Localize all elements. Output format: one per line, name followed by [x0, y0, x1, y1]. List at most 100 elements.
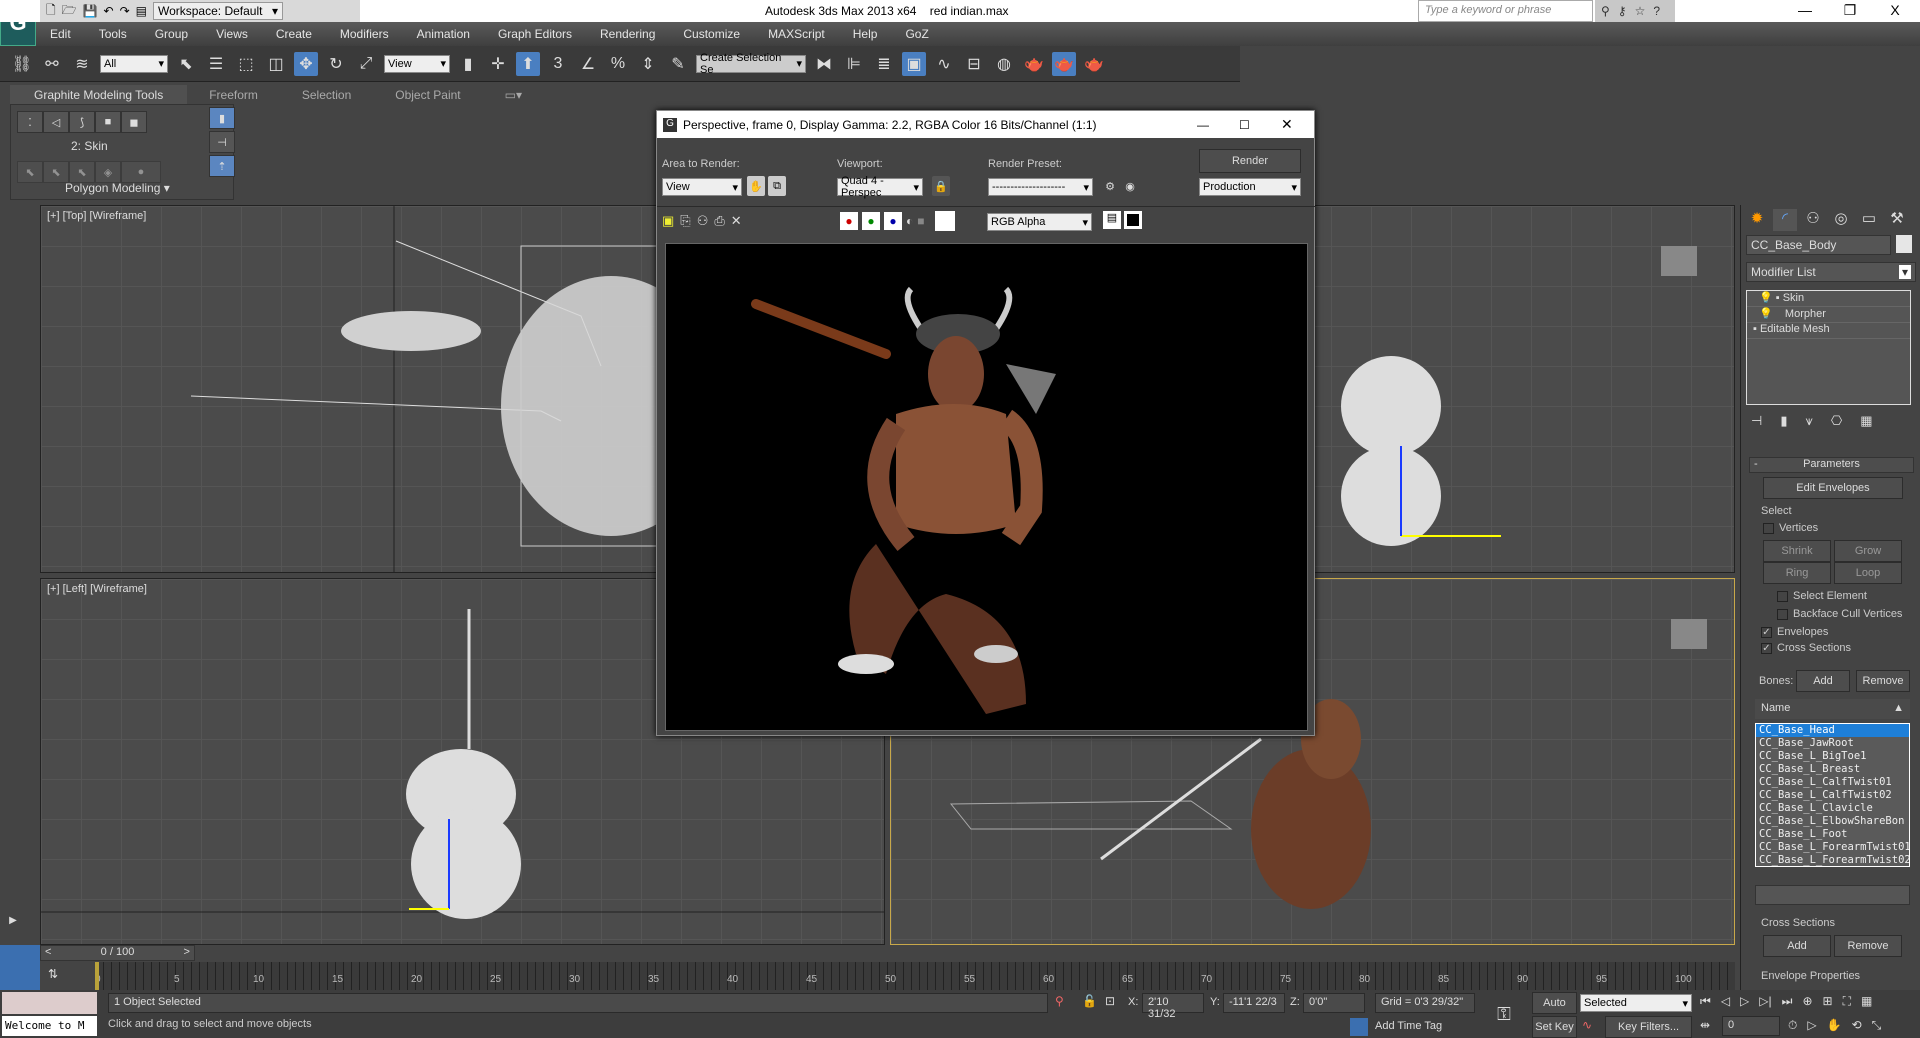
material-editor-icon[interactable]: ◍: [992, 52, 1016, 76]
menu-views[interactable]: Views: [202, 27, 262, 41]
envelopes-checkbox[interactable]: ✓ Envelopes: [1761, 624, 1828, 640]
vertices-checkbox[interactable]: Vertices: [1763, 520, 1818, 536]
vertex-icon[interactable]: ⁚: [17, 111, 43, 133]
blue-channel-toggle[interactable]: ●: [884, 212, 902, 230]
redo-icon[interactable]: ↷: [120, 4, 130, 18]
play-icon[interactable]: ▷: [1740, 994, 1749, 1009]
list-item[interactable]: CC_Base_L_ForearmTwist01: [1756, 841, 1909, 854]
object-color-swatch[interactable]: [1896, 235, 1912, 253]
pan-icon[interactable]: ✋: [1827, 1018, 1842, 1033]
unlink-icon[interactable]: ⚯: [40, 52, 64, 76]
list-item[interactable]: CC_Base_L_ForearmTwist02: [1756, 854, 1909, 866]
render-minimize-button[interactable]: —: [1197, 118, 1209, 132]
edit-region-icon[interactable]: ✋: [747, 176, 765, 196]
make-unique-icon[interactable]: ⩛: [1805, 413, 1812, 429]
current-frame-field[interactable]: 0: [1722, 1016, 1780, 1036]
tab-object-paint[interactable]: Object Paint: [373, 88, 482, 102]
maxscript-mini-listener[interactable]: [2, 992, 97, 1014]
render-preset-dropdown[interactable]: -------------------- ▾: [988, 178, 1093, 196]
save-image-icon[interactable]: ▣: [662, 213, 674, 229]
go-to-start-icon[interactable]: ⏮: [1700, 994, 1711, 1009]
alpha-channel-icon[interactable]: ◐: [906, 214, 913, 228]
menu-rendering[interactable]: Rendering: [586, 27, 669, 41]
clear-icon[interactable]: ✕: [731, 213, 742, 229]
next-frame-icon[interactable]: ▷|: [1759, 994, 1771, 1009]
pin-stack-icon[interactable]: ⊣: [209, 131, 235, 153]
tab-graphite-modeling-tools[interactable]: Graphite Modeling Tools: [10, 85, 188, 105]
ref-coord-dropdown[interactable]: View ▾: [384, 54, 450, 73]
track-bar[interactable]: 0510152025303540455055606570758085909510…: [95, 962, 1735, 990]
render-production-icon[interactable]: 🫖: [1082, 52, 1106, 76]
set-key-button[interactable]: Set Key: [1532, 1016, 1577, 1038]
render-maximize-button[interactable]: ☐: [1239, 118, 1250, 132]
key-mode-toggle-icon[interactable]: ⇹: [1700, 1018, 1710, 1032]
select-element-checkbox[interactable]: Select Element: [1777, 588, 1867, 604]
render-button[interactable]: Render: [1199, 149, 1301, 173]
edit-named-sets-icon[interactable]: ✎: [666, 52, 690, 76]
menu-customize[interactable]: Customize: [669, 27, 754, 41]
mirror-icon[interactable]: ⧓: [812, 52, 836, 76]
list-item[interactable]: CC_Base_JawRoot: [1756, 737, 1909, 750]
polygon-icon[interactable]: ■: [95, 111, 121, 133]
move-up-icon[interactable]: ⇡: [209, 155, 235, 177]
add-bone-button[interactable]: Add: [1796, 670, 1850, 692]
stack-item-skin[interactable]: 💡 ▪ Skin: [1747, 291, 1910, 307]
time-slider[interactable]: <0 / 100 >: [40, 945, 195, 961]
set-key-mode-icon[interactable]: ⚿: [1480, 992, 1528, 1036]
remove-modifier-icon[interactable]: ⎔: [1831, 413, 1842, 429]
monochrome-icon[interactable]: ■: [917, 214, 924, 228]
hierarchy-tab-icon[interactable]: ⚇: [1801, 209, 1825, 231]
list-item[interactable]: CC_Base_L_CalfTwist02: [1756, 789, 1909, 802]
add-cross-section-button[interactable]: Add: [1763, 935, 1831, 957]
help-icon[interactable]: ?: [1653, 4, 1660, 18]
select-icon[interactable]: ⬉: [69, 161, 95, 183]
create-tab-icon[interactable]: ✹: [1745, 209, 1769, 231]
time-tag-icon[interactable]: [1350, 1018, 1368, 1036]
render-close-button[interactable]: ✕: [1281, 116, 1293, 133]
area-to-render-dropdown[interactable]: View ▾: [662, 178, 742, 196]
modifier-list-dropdown[interactable]: Modifier List ▾: [1746, 262, 1916, 282]
list-item[interactable]: CC_Base_L_Clavicle: [1756, 802, 1909, 815]
menu-group[interactable]: Group: [141, 27, 202, 41]
layer-manager-icon[interactable]: ≣: [872, 52, 896, 76]
stack-item-editable-mesh[interactable]: ▪ Editable Mesh: [1747, 323, 1910, 339]
align-icon[interactable]: ⊫: [842, 52, 866, 76]
panel-title[interactable]: Polygon Modeling ▾: [65, 181, 170, 195]
open-file-icon[interactable]: 🗁: [62, 1, 77, 22]
select-by-name-icon[interactable]: ☰: [204, 52, 228, 76]
border-icon[interactable]: ⟆: [69, 111, 95, 133]
workspace-dropdown[interactable]: Workspace: Default ▾: [152, 2, 283, 20]
soft-selection-icon[interactable]: ●: [121, 161, 161, 183]
link-icon[interactable]: ⛓: [10, 52, 34, 76]
show-end-result-icon[interactable]: ▮: [1780, 413, 1787, 429]
motion-tab-icon[interactable]: ◎: [1829, 209, 1853, 231]
key-filters-button[interactable]: Key Filters...: [1605, 1016, 1692, 1038]
ring-button[interactable]: Ring: [1763, 562, 1831, 584]
stack-item-morpher[interactable]: 💡 Morpher: [1747, 307, 1910, 323]
binoculars-icon[interactable]: ⚲: [1601, 4, 1610, 18]
element-icon[interactable]: ◼: [121, 111, 147, 133]
window-crossing-icon[interactable]: ◫: [264, 52, 288, 76]
pin-stack-icon[interactable]: ⊣: [1751, 413, 1762, 429]
curve-editor-icon[interactable]: ∿: [932, 52, 956, 76]
display-tab-icon[interactable]: ▭: [1857, 209, 1881, 231]
toggle-ui-overlay-icon[interactable]: ▤: [1103, 211, 1121, 229]
star-icon[interactable]: ☆: [1635, 4, 1646, 18]
zoom-all-icon[interactable]: ⊞: [1823, 994, 1833, 1009]
x-coordinate-field[interactable]: 2'10 31/32: [1142, 993, 1204, 1020]
environment-icon[interactable]: ◉: [1121, 176, 1139, 196]
menu-tools[interactable]: Tools: [85, 27, 141, 41]
menu-modifiers[interactable]: Modifiers: [326, 27, 403, 41]
snap-toggle-icon[interactable]: 3: [546, 52, 570, 76]
list-item[interactable]: CC_Base_Head: [1756, 724, 1909, 737]
auto-key-button[interactable]: Auto Key: [1532, 992, 1577, 1029]
preview-icon[interactable]: ◈: [95, 161, 121, 183]
ribbon-options-icon[interactable]: ▭▾: [483, 88, 544, 102]
backface-cull-checkbox[interactable]: Backface Cull Vertices: [1777, 606, 1902, 622]
scale-icon[interactable]: ⤢: [354, 52, 378, 76]
key-tangent-icon[interactable]: ∿: [1582, 1018, 1592, 1032]
remove-bone-button[interactable]: Remove: [1856, 670, 1910, 692]
absolute-mode-icon[interactable]: ⊡: [1105, 994, 1115, 1008]
minimize-button[interactable]: —: [1790, 2, 1820, 18]
toggle-ui-icon[interactable]: [1124, 211, 1142, 229]
